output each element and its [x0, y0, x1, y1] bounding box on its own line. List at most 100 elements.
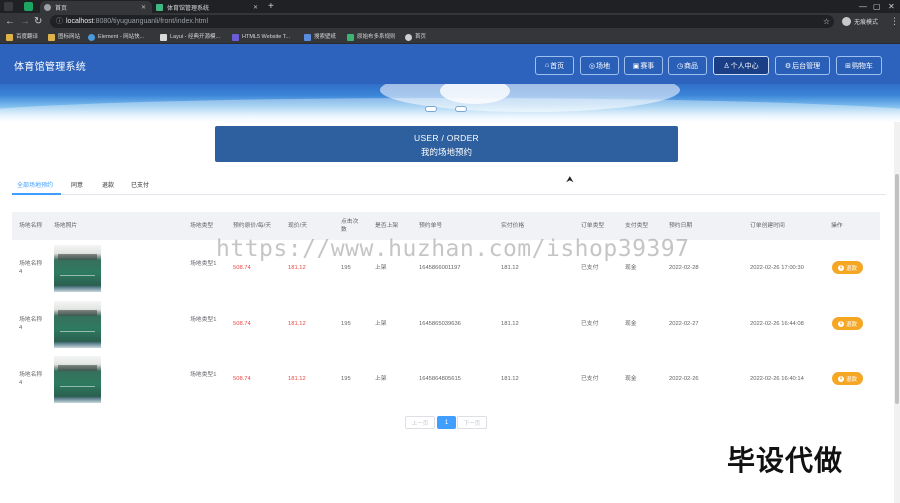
carousel-dot[interactable] — [425, 106, 437, 112]
venue-photo — [54, 301, 101, 348]
match-icon: ▣ — [632, 62, 640, 70]
payment-type: 现金 — [625, 376, 637, 382]
tab-all-reservations[interactable]: 全部场地预约 — [17, 181, 53, 192]
bookmark-icon — [232, 33, 239, 41]
page-title-en: USER / ORDER — [414, 133, 479, 143]
original-price: 508.74 — [233, 376, 251, 382]
nav-user-center-button[interactable]: ♙ 个人中心 — [713, 56, 769, 75]
bookmark-star-icon[interactable]: ☆ — [823, 15, 830, 28]
close-tab-icon[interactable]: ✕ — [253, 4, 258, 11]
created-time: 2022-02-26 17:00:30 — [750, 265, 804, 271]
new-tab-button[interactable]: + — [268, 0, 274, 13]
order-type: 已支付 — [581, 265, 599, 271]
refund-button[interactable]: ¥ 退款 — [832, 261, 863, 274]
pagination-prev-button[interactable]: 上一页 — [405, 416, 435, 429]
bookmark-item[interactable]: 首页 — [405, 32, 426, 42]
click-count: 195 — [341, 376, 351, 382]
paid-amount: 181.12 — [501, 265, 519, 271]
order-number: 1645865039636 — [419, 321, 461, 327]
bookmark-icon — [304, 33, 311, 41]
site-header: 体育馆管理系统 ⌂ 首页 ◎ 场地 ▣ 赛事 ◷ 商品 ♙ 个人中心 ⚙ 后台管理 ⊞ 购物车 — [0, 44, 900, 84]
watermark-text: https://www.huzhan.com/ishop39397 — [216, 236, 690, 262]
browser-menu-icon[interactable] — [4, 2, 13, 11]
site-info-icon[interactable]: ⓘ — [56, 15, 63, 28]
refund-button[interactable]: ¥ 退款 — [832, 317, 863, 330]
globe-icon — [44, 3, 51, 11]
column-header: 订单创建时间 — [750, 223, 785, 229]
bookmark-item[interactable]: Layui - 经典开源模... — [160, 32, 220, 42]
current-price: 181.12 — [288, 265, 306, 271]
venue-name: 场地名称4 — [19, 372, 43, 386]
paid-amount: 181.12 — [501, 376, 519, 382]
reservation-date: 2022-02-28 — [669, 265, 699, 271]
page-scrollbar[interactable] — [894, 122, 900, 503]
bookmark-item[interactable]: Element - 网站快... — [88, 32, 144, 42]
refund-icon: ¥ — [837, 375, 844, 382]
carousel-dot[interactable] — [455, 106, 467, 112]
nav-venue-button[interactable]: ◎ 场地 — [580, 56, 619, 75]
pagination-next-button[interactable]: 下一页 — [457, 416, 487, 429]
bookmark-item[interactable]: 原始布多系规则 — [347, 32, 396, 42]
active-tab-indicator — [12, 193, 61, 195]
venue-name: 场地名称4 — [19, 261, 43, 275]
more-menu-icon[interactable]: ⋮ — [890, 15, 899, 28]
admin-icon: ⚙ — [784, 62, 792, 70]
scrollbar-thumb[interactable] — [895, 174, 899, 404]
original-price: 508.74 — [233, 265, 251, 271]
bookmark-item[interactable]: HTML5 Website T... — [232, 32, 290, 42]
order-number: 1645864805615 — [419, 376, 461, 382]
refund-button[interactable]: ¥ 退款 — [832, 372, 863, 385]
order-type: 已支付 — [581, 321, 599, 327]
venue-type: 场地类型1 — [190, 372, 217, 378]
refund-icon: ¥ — [837, 320, 844, 327]
tab-refund[interactable]: 退款 — [102, 181, 114, 192]
promo-stamp-text: 毕设代做 — [727, 445, 844, 476]
reload-icon[interactable]: ↻ — [34, 15, 42, 28]
bookmark-icon — [48, 33, 55, 41]
click-count: 195 — [341, 321, 351, 327]
reservation-date: 2022-02-26 — [669, 376, 699, 382]
bookmark-item[interactable]: 百度翻译 — [6, 32, 38, 42]
pinned-tab-icon[interactable] — [24, 2, 33, 11]
browser-toolbar: ← → ↻ ⓘ localhost:8080/tiyuguanguanli/fr… — [0, 13, 900, 30]
home-icon: ⌂ — [544, 62, 550, 69]
browser-tab-home[interactable]: 首页 ✕ — [40, 1, 152, 13]
venue-type: 场地类型1 — [190, 317, 217, 323]
browser-tab-system[interactable]: 体育馆管理系统 ✕ — [152, 1, 264, 13]
current-price: 181.12 — [288, 376, 306, 382]
nav-cart-button[interactable]: ⊞ 购物车 — [836, 56, 882, 75]
back-icon[interactable]: ← — [5, 15, 15, 28]
original-price: 508.74 — [233, 321, 251, 327]
incognito-profile[interactable]: 无痕模式 — [842, 16, 878, 27]
bookmark-icon — [347, 33, 354, 41]
bookmark-icon — [6, 33, 13, 41]
nav-match-button[interactable]: ▣ 赛事 — [624, 56, 663, 75]
close-tab-icon[interactable]: ✕ — [141, 4, 146, 11]
nav-admin-button[interactable]: ⚙ 后台管理 — [775, 56, 830, 75]
tab-agreed[interactable]: 同意 — [71, 181, 83, 192]
bookmark-icon — [88, 33, 95, 41]
venue-name: 场地名称4 — [19, 317, 43, 331]
nav-home-button[interactable]: ⌂ 首页 — [535, 56, 574, 75]
listed-status: 上架 — [375, 376, 387, 382]
reservation-date: 2022-02-27 — [669, 321, 699, 327]
forward-icon[interactable]: → — [20, 15, 30, 28]
bookmark-icon — [405, 33, 412, 41]
pagination-page-button[interactable]: 1 — [437, 416, 456, 429]
maximize-icon[interactable]: ▢ — [873, 1, 881, 12]
bookmark-item[interactable]: 搜索壁纸 — [304, 32, 336, 42]
minimize-icon[interactable]: — — [859, 1, 867, 12]
site-title: 体育馆管理系统 — [14, 62, 87, 73]
close-window-icon[interactable]: ✕ — [888, 1, 895, 12]
listed-status: 上架 — [375, 321, 387, 327]
created-time: 2022-02-26 16:44:08 — [750, 321, 804, 327]
address-bar[interactable]: ⓘ localhost:8080/tiyuguanguanli/front/in… — [50, 15, 834, 28]
column-header: 场地照片 — [54, 223, 78, 229]
nav-goods-button[interactable]: ◷ 商品 — [668, 56, 707, 75]
order-filter-tabs: 全部场地预约 同意 退款 已支付 — [12, 180, 886, 195]
table-row: 场地名称4 场地类型1 508.74 181.12 195 上架 1645864… — [12, 351, 880, 407]
bookmark-item[interactable]: 图标网站 — [48, 32, 80, 42]
column-header: 场地名称 — [19, 223, 43, 229]
cart-icon: ⊞ — [845, 62, 851, 70]
tab-paid[interactable]: 已支付 — [131, 181, 149, 192]
